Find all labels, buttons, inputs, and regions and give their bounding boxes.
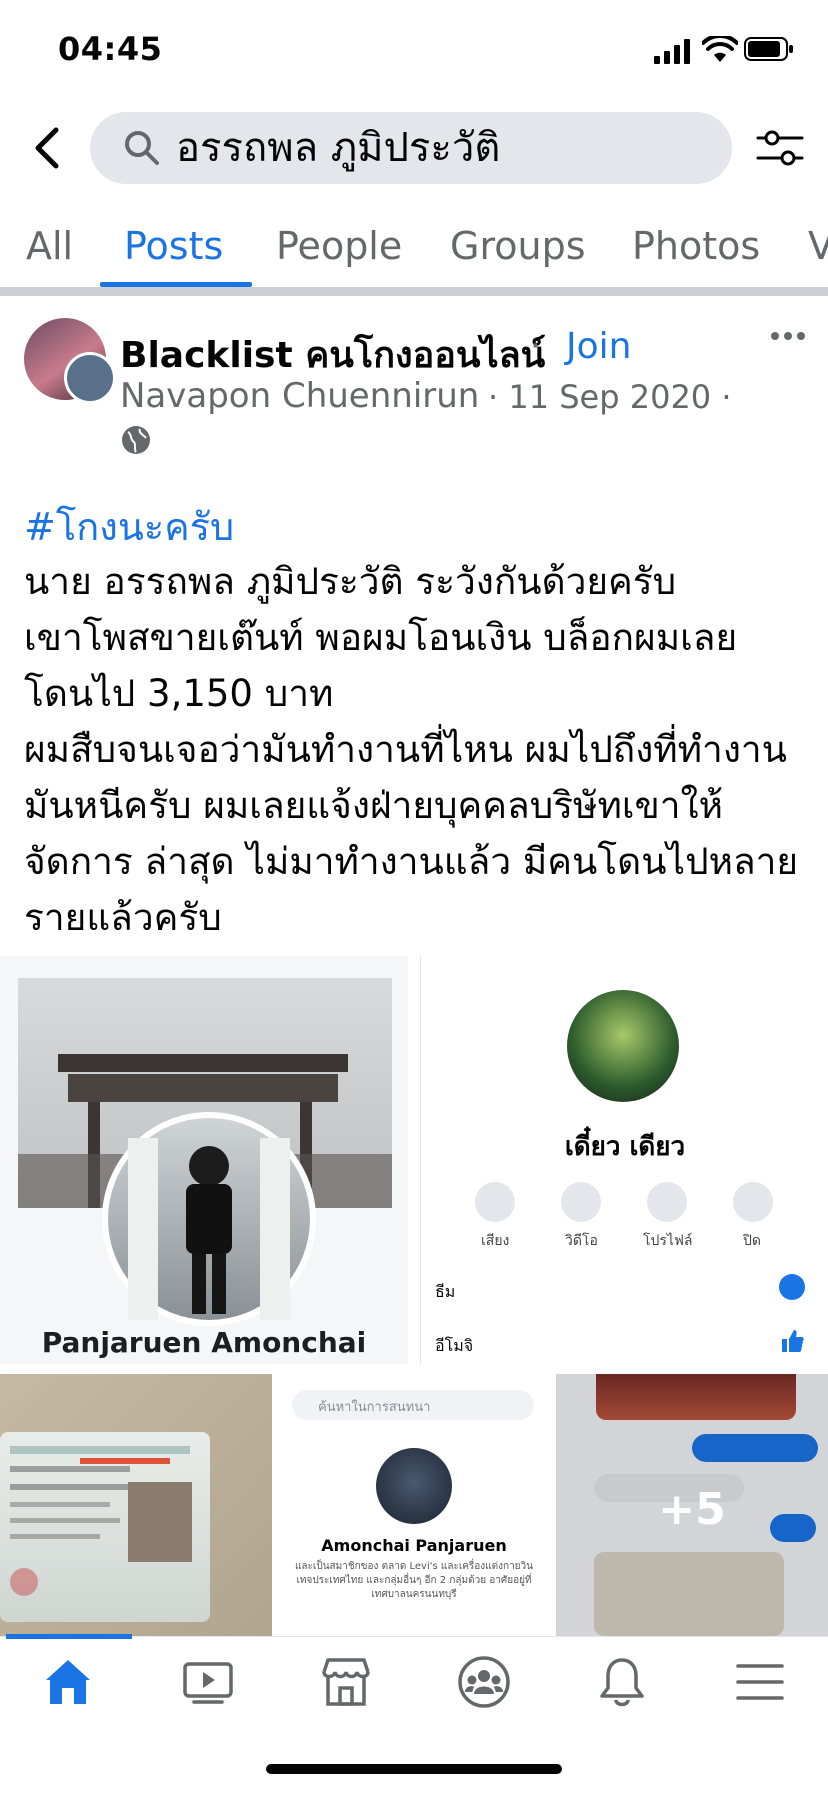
marketplace-icon[interactable] [318, 1654, 374, 1710]
tab-groups[interactable]: Groups [450, 224, 586, 268]
home-indicator [266, 1764, 562, 1774]
tab-photos[interactable]: Photos [632, 224, 760, 268]
post-hashtag[interactable]: #โกงนะครับ [24, 496, 234, 557]
battery-icon [744, 37, 793, 61]
wifi-icon [702, 36, 738, 62]
back-arrow-icon[interactable] [30, 126, 66, 170]
post-photo-2[interactable]: เดี๋ยว เดียว เสียง วิดีโอ โปรไฟล์ ปิด ธี… [420, 956, 828, 1364]
globe-icon [122, 426, 150, 454]
action-label: ปิด [743, 1233, 761, 1249]
chat-avatar [376, 1448, 452, 1524]
tab-all[interactable]: All [26, 224, 73, 268]
cellular-signal-icon [654, 39, 690, 64]
home-icon[interactable] [40, 1654, 96, 1710]
post-photo-4[interactable]: ค้นหาในการสนทนา Amonchai Panjaruen และเป… [282, 1374, 546, 1636]
post-text-line: มันหนีครับ ผมเลยแจ้งฝ่ายบุคคลบริษัทเขาให… [24, 784, 724, 827]
groups-icon[interactable] [456, 1654, 512, 1710]
post-text-line: นาย อรรถพล ภูมิประวัติ ระวังกันด้วยครับ [24, 560, 677, 603]
filter-icon[interactable] [756, 128, 804, 168]
author-avatar[interactable] [64, 352, 116, 404]
post-date[interactable]: · 11 Sep 2020 · [488, 378, 732, 416]
thumbs-up-icon [782, 1330, 804, 1352]
post-text-line: ผมสืบจนเจอว่ามันทำงานที่ไหน ผมไปถึงที่ทำ… [24, 728, 787, 771]
notifications-icon[interactable] [594, 1654, 650, 1710]
post-text-line: เขาโพสขายเต๊นท์ พอผมโอนเงิน บล็อกผมเลย [24, 616, 738, 659]
watch-icon[interactable] [180, 1654, 236, 1710]
more-photos-count[interactable]: +5 [556, 1484, 828, 1535]
action-label: โปรไฟล์ [643, 1233, 693, 1249]
tab-posts[interactable]: Posts [124, 224, 223, 268]
menu-icon[interactable] [732, 1654, 788, 1710]
post-photo-3[interactable] [0, 1374, 272, 1636]
id-portrait [128, 1482, 192, 1562]
action-label: วิดีโอ [565, 1233, 598, 1249]
profile-name: Panjaruen Amonchai [41, 1326, 367, 1359]
join-button[interactable]: Join [566, 326, 631, 367]
video-icon [561, 1182, 601, 1222]
chat-contact-name: เดี๋ยว เดียว [564, 1132, 686, 1162]
post-text-line: โดนไป 3,150 บาท [24, 672, 334, 715]
tab-people[interactable]: People [276, 224, 402, 268]
tab-videos[interactable]: V [808, 224, 828, 268]
post-text-line: รายแล้วครับ [24, 896, 222, 939]
group-name[interactable]: Blacklist คนโกงออนไลน์ [120, 326, 545, 383]
person-illustration [128, 1138, 290, 1320]
chat-search-placeholder: ค้นหาในการสนทนา [318, 1400, 431, 1415]
active-nav-indicator [6, 1634, 132, 1639]
chat-contact-description: และเป็นสมาชิกของ ตลาด Levi's และเครื่องแ… [294, 1561, 533, 1600]
search-tabs: All Posts People Groups Photos V [0, 214, 828, 290]
post-photo-1[interactable]: Panjaruen Amonchai [0, 956, 408, 1364]
search-icon [125, 131, 159, 165]
chat-contact-name: Amonchai Panjaruen [321, 1536, 507, 1555]
post-text-line: จัดการ ล่าสุด ไม่มาทำงานแล้ว มีคนโดนไปหล… [24, 840, 799, 883]
chat-avatar [567, 990, 679, 1102]
theme-label: ธีม [435, 1282, 456, 1301]
emoji-label: อีโมจิ [435, 1336, 474, 1355]
status-time: 04:45 [58, 30, 163, 68]
profile-icon [647, 1182, 687, 1222]
theme-radio-icon [779, 1274, 805, 1300]
post-author[interactable]: Navapon Chuennirun [120, 376, 479, 416]
bell-icon [733, 1182, 773, 1222]
feed-separator [0, 290, 828, 296]
phone-icon [475, 1182, 515, 1222]
active-tab-indicator [100, 282, 252, 287]
search-query[interactable]: อรรถพล ภูมิประวัติ [176, 124, 500, 172]
header-separator: · [530, 326, 541, 366]
action-label: เสียง [481, 1233, 510, 1249]
profile-photo [102, 1112, 316, 1326]
more-options-icon[interactable] [770, 330, 806, 342]
